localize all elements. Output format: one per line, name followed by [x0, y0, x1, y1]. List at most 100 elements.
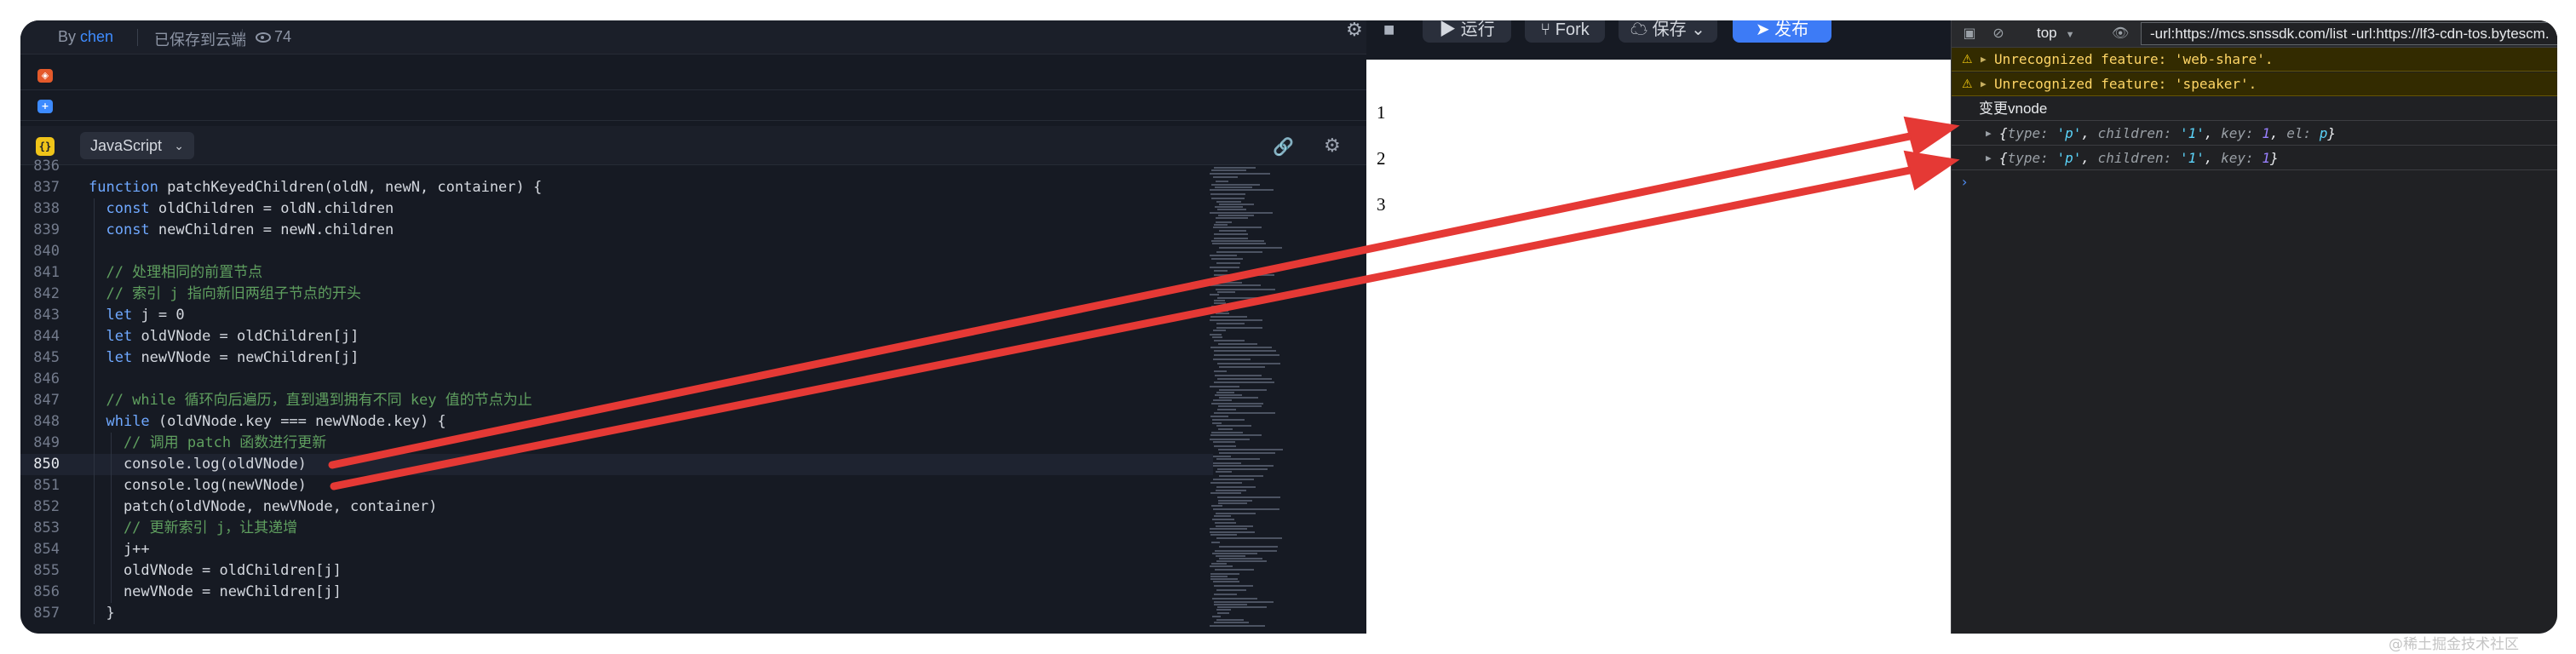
minimap-line — [1216, 560, 1267, 562]
minimap-line — [1212, 243, 1266, 244]
eye-icon[interactable]: 👁 — [2112, 26, 2129, 41]
minimap-line — [1216, 609, 1231, 611]
minimap-line — [1214, 238, 1248, 239]
minimap-line — [1218, 500, 1252, 502]
run-button-label: 运行 — [1460, 20, 1495, 39]
code-line[interactable]: 854 j++ — [20, 539, 1213, 560]
minimap-line — [1219, 452, 1275, 454]
code-line[interactable]: 856 newVNode = newChildren[j] — [20, 582, 1213, 603]
minimap-line — [1216, 555, 1245, 557]
code-line[interactable]: 850 console.log(oldVNode) — [20, 454, 1213, 475]
code-minimap[interactable] — [1210, 167, 1354, 634]
publish-button[interactable]: ➤ 发布 — [1733, 20, 1831, 43]
minimap-line — [1215, 186, 1252, 188]
code-line[interactable]: 857 } — [20, 603, 1213, 624]
expand-triangle-icon[interactable]: ▶ — [1981, 72, 1987, 96]
run-button[interactable]: ▶ 运行 — [1423, 20, 1511, 43]
code-text: const oldChildren = oldN.children — [106, 200, 394, 217]
console-filter-input[interactable]: -url:https://mcs.snssdk.com/list -url:ht… — [2141, 22, 2557, 45]
code-line[interactable]: 851 console.log(newVNode) — [20, 475, 1213, 496]
line-number: 849 — [33, 434, 60, 451]
minimap-line — [1210, 565, 1233, 567]
code-line[interactable]: 836 — [20, 156, 1213, 177]
layout-icon[interactable]: ■ — [1383, 20, 1394, 39]
context-select[interactable]: top ▼ — [2037, 25, 2075, 42]
minimap-line — [1218, 215, 1254, 216]
author-link[interactable]: chen — [80, 28, 113, 45]
code-line[interactable]: 838 const oldChildren = oldN.children — [20, 198, 1213, 220]
code-line[interactable]: 848 while (oldVNode.key === newVNode.key… — [20, 411, 1213, 433]
console-object-row[interactable]: ▶ {type: 'p', children: '1', key: 1, el:… — [1952, 122, 2557, 146]
console-prompt-icon[interactable]: › — [1962, 174, 1967, 190]
code-line[interactable]: 853 // 更新索引 j，让其递增 — [20, 518, 1213, 539]
code-line[interactable]: 841 // 处理相同的前置节点 — [20, 262, 1213, 284]
code-text: oldVNode = oldChildren[j] — [89, 562, 342, 579]
context-select-value: top — [2037, 25, 2057, 41]
minimap-line — [1218, 405, 1262, 407]
save-button[interactable]: ☁ 保存 ⌄ — [1619, 20, 1717, 43]
sidebar-toggle-icon[interactable]: ▣ — [1962, 26, 1977, 41]
code-line[interactable]: 855 oldVNode = oldChildren[j] — [20, 560, 1213, 582]
code-line[interactable]: 846 — [20, 369, 1213, 390]
console-toolbar: ▣ ⊘ top ▼ 👁 -url:https://mcs.snssdk.com/l… — [1952, 20, 2557, 48]
author-info: By chen — [58, 28, 113, 46]
logged-object[interactable]: {type: 'p', children: '1', key: 1, el: p… — [1999, 122, 2336, 146]
code-editor-panel: By chen 已保存到云端 74 ◈ + {} JavaScript ⌄ 🔗 … — [20, 20, 1366, 634]
expand-triangle-icon[interactable]: ▶ — [1986, 122, 1992, 146]
console-object-row[interactable]: ▶ {type: 'p', children: '1', key: 1} — [1952, 146, 2557, 170]
minimap-line — [1210, 576, 1228, 577]
minimap-line — [1219, 247, 1282, 249]
code-line[interactable]: 845 let newVNode = newChildren[j] — [20, 347, 1213, 369]
code-line[interactable]: 837 function patchKeyedChildren(oldN, new… — [20, 177, 1213, 198]
minimap-line — [1216, 490, 1246, 491]
expand-triangle-icon[interactable]: ▶ — [1981, 48, 1987, 72]
minimap-line — [1214, 278, 1229, 279]
code-text: console.log(newVNode) — [89, 477, 307, 494]
code-line[interactable]: 840 — [20, 241, 1213, 262]
settings-icon[interactable]: ⚙ — [1346, 20, 1363, 39]
code-area[interactable]: 836 837 function patchKeyedChildren(oldN, … — [20, 158, 1366, 634]
console-warning[interactable]: ⚠ ▶ Unrecognized feature: 'speaker'. — [1952, 72, 2557, 96]
minimap-line — [1210, 316, 1247, 318]
minimap-line — [1216, 392, 1234, 393]
css-resource-row[interactable]: ◈ — [20, 61, 1366, 90]
code-text: let j = 0 — [106, 307, 185, 324]
minimap-line — [1217, 378, 1272, 380]
fork-button[interactable]: ⑂ Fork — [1525, 20, 1605, 43]
code-line[interactable]: 852 patch(oldVNode, newVNode, container) — [20, 496, 1213, 518]
gear-icon[interactable]: ⚙ — [1324, 135, 1341, 157]
line-number: 842 — [33, 285, 60, 302]
add-resource-row[interactable]: + — [20, 92, 1366, 121]
expand-triangle-icon[interactable]: ▶ — [1986, 146, 1992, 170]
line-number: 837 — [33, 179, 60, 196]
line-number: 844 — [33, 328, 60, 345]
code-line[interactable]: 844 let oldVNode = oldChildren[j] — [20, 326, 1213, 347]
minimap-line — [1215, 550, 1277, 552]
minimap-line — [1214, 354, 1279, 356]
link-icon[interactable]: 🔗 — [1273, 136, 1294, 158]
minimap-line — [1210, 284, 1261, 286]
code-line[interactable]: 843 let j = 0 — [20, 305, 1213, 326]
clear-console-icon[interactable]: ⊘ — [1991, 26, 2006, 41]
editor-header: By chen 已保存到云端 74 — [20, 20, 1366, 54]
logged-object[interactable]: {type: 'p', children: '1', key: 1} — [1999, 146, 2279, 170]
code-line[interactable]: 847 // while 循环向后遍历，直到遇到拥有不同 key 值的节点为止 — [20, 390, 1213, 411]
css-file-icon[interactable]: ◈ — [37, 69, 53, 83]
minimap-line — [1216, 201, 1241, 203]
minimap-line — [1216, 619, 1244, 621]
minimap-line — [1219, 366, 1265, 368]
minimap-line — [1217, 409, 1236, 410]
console-warning[interactable]: ⚠ ▶ Unrecognized feature: 'web-share'. — [1952, 48, 2557, 72]
minimap-line — [1219, 204, 1254, 205]
code-line[interactable]: 842 // 索引 j 指向新旧两组子节点的开头 — [20, 284, 1213, 305]
plus-icon[interactable]: + — [37, 100, 53, 113]
brace: } — [2327, 125, 2337, 141]
devtools-console: ▣ ⊘ top ▼ 👁 -url:https://mcs.snssdk.com/l… — [1951, 20, 2557, 634]
object-value: '1' — [2179, 125, 2205, 141]
code-line[interactable]: 849 // 调用 patch 函数进行更新 — [20, 433, 1213, 454]
minimap-line — [1216, 589, 1246, 591]
eye-icon — [256, 32, 271, 43]
code-text: // 索引 j 指向新旧两组子节点的开头 — [89, 285, 361, 302]
code-line[interactable]: 839 const newChildren = newN.children — [20, 220, 1213, 241]
line-number: 848 — [33, 413, 60, 430]
